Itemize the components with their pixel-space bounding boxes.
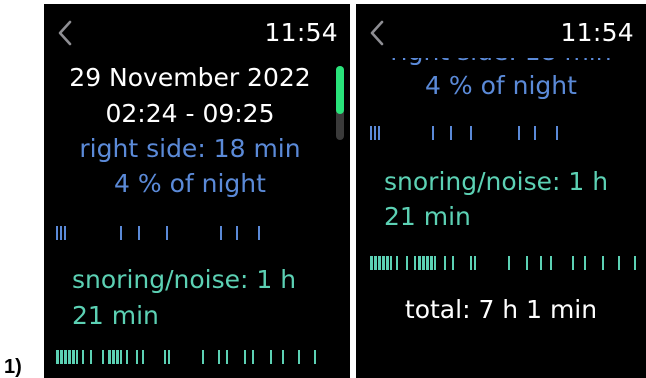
session-time-range: 02:24 - 09:25 bbox=[105, 99, 275, 128]
snoring-timeline bbox=[56, 350, 338, 364]
timeline-tick bbox=[168, 350, 170, 364]
timeline-tick bbox=[470, 256, 472, 270]
timeline-tick bbox=[226, 350, 228, 364]
timeline-tick bbox=[470, 126, 472, 140]
right-side-duration: right side: 18 min bbox=[79, 134, 301, 163]
timeline-tick bbox=[218, 350, 220, 364]
timeline-tick bbox=[76, 350, 78, 364]
right-side-timeline bbox=[370, 126, 636, 140]
timeline-tick bbox=[508, 256, 510, 270]
timeline-tick bbox=[550, 256, 552, 270]
timeline-tick bbox=[534, 126, 536, 140]
timeline-tick bbox=[282, 350, 284, 364]
snoring-duration-line2: 21 min bbox=[384, 202, 471, 231]
timeline-tick bbox=[270, 350, 272, 364]
timeline-tick bbox=[68, 350, 71, 364]
scrollbar-thumb[interactable] bbox=[336, 66, 344, 114]
timeline-tick bbox=[120, 350, 122, 364]
timeline-tick bbox=[202, 350, 204, 364]
timeline-tick bbox=[60, 350, 63, 364]
session-date: 29 November 2022 bbox=[69, 63, 311, 92]
timeline-tick bbox=[108, 350, 111, 364]
timeline-tick bbox=[572, 256, 574, 270]
snoring-timeline bbox=[370, 256, 642, 270]
timeline-tick bbox=[136, 350, 138, 364]
timeline-tick bbox=[452, 256, 454, 270]
timeline-tick bbox=[370, 256, 373, 270]
timeline-tick bbox=[64, 226, 66, 240]
timeline-tick bbox=[518, 126, 520, 140]
total-duration: total: 7 h 1 min bbox=[404, 295, 598, 324]
timeline-tick bbox=[374, 256, 377, 270]
snoring-duration-line1: snoring/noise: 1 h bbox=[384, 167, 609, 196]
timeline-tick bbox=[526, 256, 528, 270]
timeline-tick bbox=[418, 256, 421, 270]
timeline-tick bbox=[258, 226, 260, 240]
watch-screen-2: 11:54 right side: 18 min 4 % of night sn… bbox=[356, 4, 646, 378]
timeline-tick bbox=[444, 256, 446, 270]
timeline-tick bbox=[166, 226, 168, 240]
timeline-tick bbox=[602, 256, 604, 270]
chevron-left-icon[interactable] bbox=[56, 20, 74, 46]
timeline-tick bbox=[390, 256, 392, 270]
timeline-tick bbox=[634, 256, 636, 270]
watch-screen-1: 11:54 29 November 2022 02:24 - 09:25 rig… bbox=[44, 4, 350, 378]
timeline-tick bbox=[298, 350, 300, 364]
timeline-tick bbox=[90, 350, 92, 364]
timeline-tick bbox=[252, 350, 254, 364]
timeline-tick bbox=[102, 350, 104, 364]
timeline-tick bbox=[386, 256, 389, 270]
figure-label: 1) bbox=[4, 356, 22, 378]
clock-time: 11:54 bbox=[560, 18, 634, 47]
right-side-percent: 4 % of night bbox=[114, 169, 266, 198]
timeline-tick bbox=[432, 126, 434, 140]
timeline-tick bbox=[60, 226, 62, 240]
timeline-tick bbox=[72, 350, 75, 364]
timeline-tick bbox=[220, 226, 222, 240]
timeline-tick bbox=[434, 256, 436, 270]
timeline-tick bbox=[370, 126, 372, 140]
right-side-percent: 4 % of night bbox=[425, 71, 577, 100]
snoring-duration-line2: 21 min bbox=[72, 301, 159, 330]
timeline-tick bbox=[474, 256, 476, 270]
timeline-tick bbox=[556, 126, 558, 140]
chevron-left-icon[interactable] bbox=[368, 20, 386, 46]
timeline-tick bbox=[82, 350, 84, 364]
timeline-tick bbox=[64, 350, 67, 364]
right-side-timeline bbox=[56, 226, 338, 240]
timeline-tick bbox=[138, 226, 140, 240]
timeline-tick bbox=[422, 256, 425, 270]
timeline-tick bbox=[378, 256, 381, 270]
timeline-tick bbox=[164, 350, 166, 364]
timeline-tick bbox=[584, 256, 586, 270]
scrollbar[interactable] bbox=[336, 66, 344, 140]
timeline-tick bbox=[236, 226, 238, 240]
timeline-tick bbox=[112, 350, 115, 364]
timeline-tick bbox=[116, 350, 119, 364]
clock-time: 11:54 bbox=[264, 18, 338, 47]
timeline-tick bbox=[426, 256, 429, 270]
timeline-tick bbox=[126, 350, 128, 364]
timeline-tick bbox=[142, 350, 144, 364]
timeline-tick bbox=[396, 256, 398, 270]
timeline-tick bbox=[618, 256, 620, 270]
timeline-tick bbox=[120, 226, 122, 240]
timeline-tick bbox=[430, 256, 433, 270]
timeline-tick bbox=[450, 126, 452, 140]
timeline-tick bbox=[414, 256, 416, 270]
timeline-tick bbox=[56, 350, 59, 364]
timeline-tick bbox=[314, 350, 316, 364]
timeline-tick bbox=[56, 226, 58, 240]
timeline-tick bbox=[406, 256, 408, 270]
snoring-duration-line1: snoring/noise: 1 h bbox=[72, 265, 297, 294]
timeline-tick bbox=[244, 350, 246, 364]
timeline-tick bbox=[382, 256, 385, 270]
timeline-tick bbox=[540, 256, 542, 270]
timeline-tick bbox=[378, 126, 380, 140]
timeline-tick bbox=[374, 126, 376, 140]
